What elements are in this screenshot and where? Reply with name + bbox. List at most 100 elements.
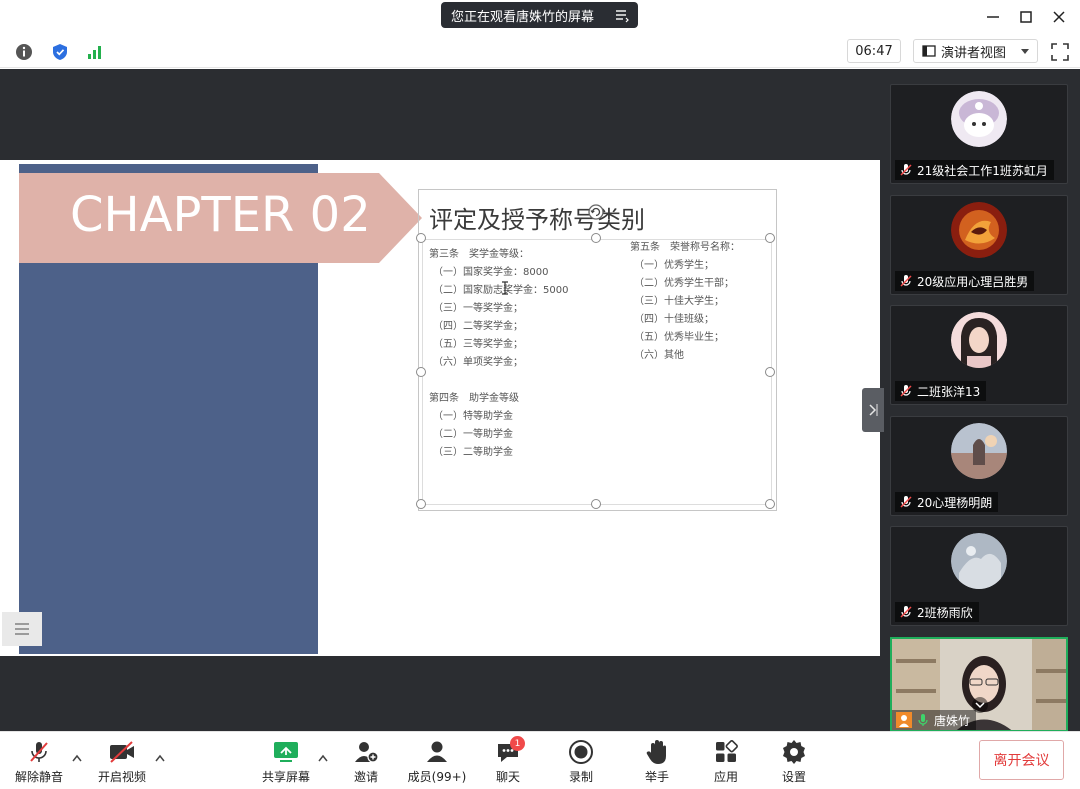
mic-icon [918,714,928,726]
scholarship-item: （一）国家奖学金：8000 [433,267,549,278]
rotate-icon[interactable] [588,204,604,220]
chevron-up-icon[interactable] [72,754,82,762]
honor-item: （六）其他 [634,350,684,361]
grant-heading: 第四条 助学金等级 [429,393,519,404]
raise-hand-label: 举手 [644,770,669,784]
fullscreen-button[interactable] [1049,41,1071,63]
security-button[interactable] [49,41,71,63]
participant-name: 20心理杨明朗 [917,495,993,510]
members-icon [427,741,447,762]
view-mode-dropdown[interactable]: 演讲者视图 [913,39,1038,63]
presenter-name: 唐姝竹 [934,713,971,728]
scholarship-heading: 第三条 奖学金等级： [429,249,529,260]
members-button[interactable]: 成员(99+) [408,738,466,786]
participant-tile[interactable]: 20心理杨明朗 [890,416,1068,516]
participant-avatar [951,423,1007,479]
shield-icon [53,44,67,60]
resize-handle-bottom-right[interactable] [765,499,775,509]
presenter-name-tag: 唐姝竹 [892,710,977,730]
mic-muted-icon [900,385,912,397]
slide-menu-button[interactable] [2,612,42,646]
start-video-label: 开启视频 [97,770,146,784]
meeting-toolbar: 解除静音 开启视频 共享屏幕 邀请 成员(99+) 1 聊天 录制 举手 应用 [0,731,1080,789]
resize-handle-top-left[interactable] [416,233,426,243]
title-bar: 您正在观看唐姝竹的屏幕 [0,0,1080,35]
fullscreen-icon [1051,43,1069,61]
resize-handle-bottom-left[interactable] [416,499,426,509]
settings-label: 设置 [781,770,806,784]
participant-tile[interactable]: 20级应用心理吕胜男 [890,195,1068,295]
resize-handle-top-right[interactable] [765,233,775,243]
collapse-panel-button[interactable] [862,388,884,432]
unmute-button[interactable]: 解除静音 [14,738,64,786]
resize-handle-right[interactable] [765,367,775,377]
share-screen-button[interactable]: 共享屏幕 [261,738,311,786]
raise-hand-button[interactable]: 举手 [643,738,671,786]
presenter-video-tile[interactable]: 唐姝竹 [890,637,1068,732]
chevron-down-icon [1021,49,1029,54]
resize-handle-left[interactable] [416,367,426,377]
close-button[interactable] [1048,6,1070,28]
mic-muted-icon [900,164,912,176]
record-label: 录制 [568,770,593,784]
scholarship-item: （三）一等奖学金； [433,303,523,314]
mic-muted-icon [30,742,48,762]
scholarship-item: （二）国家励志奖学金：5000 [433,285,569,296]
participant-tile[interactable]: 2班杨雨欣 [890,526,1068,626]
hamburger-icon [15,623,29,635]
invite-button[interactable]: 邀请 [352,738,380,786]
mic-muted-icon [900,496,912,508]
maximize-button[interactable] [1015,6,1037,28]
apps-button[interactable]: 应用 [712,738,740,786]
participant-tile[interactable]: 二班张洋13 [890,305,1068,405]
honor-item: （四）十佳班级； [634,314,714,325]
speaker-view-icon [922,45,936,57]
participant-name-tag: 2班杨雨欣 [895,602,979,622]
menu-icon[interactable] [614,7,630,23]
network-status-button[interactable] [84,41,106,63]
resize-handle-bottom[interactable] [591,499,601,509]
participant-name-tag: 21级社会工作1班苏虹月 [895,160,1054,180]
settings-button[interactable]: 设置 [780,738,808,786]
chevron-up-icon[interactable] [155,754,165,762]
gear-icon [783,740,805,764]
participant-name: 二班张洋13 [917,384,981,399]
record-icon [569,740,593,764]
start-video-button[interactable]: 开启视频 [97,738,147,786]
unmute-label: 解除静音 [14,770,63,784]
video-off-icon [110,741,134,763]
shared-screen-area: CHAPTER 02 评定及授予称号类别 第三条 奖学金等级： （一）国家奖学金… [0,69,880,731]
honor-section: 第五条 荣誉称号名称： （一）优秀学生； （二）优秀学生干部； （三）十佳大学生… [630,239,740,365]
user-icon [896,712,912,728]
participant-name: 2班杨雨欣 [917,605,973,620]
mic-muted-icon [900,606,912,618]
minimize-icon [987,16,999,18]
honor-item: （三）十佳大学生； [634,296,724,307]
honor-item: （一）优秀学生； [634,260,714,271]
participant-name: 21级社会工作1班苏虹月 [917,163,1048,178]
chevron-right-icon [869,404,878,416]
text-cursor-icon [502,281,508,295]
grant-item: （二）一等助学金 [433,429,513,440]
meeting-info-button[interactable] [13,41,35,63]
chat-label: 聊天 [495,770,520,784]
leave-meeting-button[interactable]: 离开会议 [979,740,1064,780]
participant-avatar [951,533,1007,589]
scholarship-item: （六）单项奖学金； [433,357,523,368]
participant-avatar [951,91,1007,147]
chat-button[interactable]: 1 聊天 [494,736,525,786]
grant-item: （三）二等助学金 [433,447,513,458]
participant-tile[interactable]: 21级社会工作1班苏虹月 [890,84,1068,184]
slide-title: 评定及授予称号类别 [429,206,645,234]
honor-item: （五）优秀毕业生； [634,332,724,343]
signal-icon [88,46,101,59]
chevron-up-icon[interactable] [318,754,328,762]
minimize-button[interactable] [982,6,1004,28]
participant-name-tag: 20级应用心理吕胜男 [895,271,1035,291]
maximize-icon [1020,11,1032,23]
participant-avatar [951,312,1007,368]
screen-share-banner[interactable]: 您正在观看唐姝竹的屏幕 [441,2,638,28]
participant-avatar [951,202,1007,258]
presentation-slide: CHAPTER 02 评定及授予称号类别 第三条 奖学金等级： （一）国家奖学金… [0,160,880,656]
record-button[interactable]: 录制 [567,738,595,786]
